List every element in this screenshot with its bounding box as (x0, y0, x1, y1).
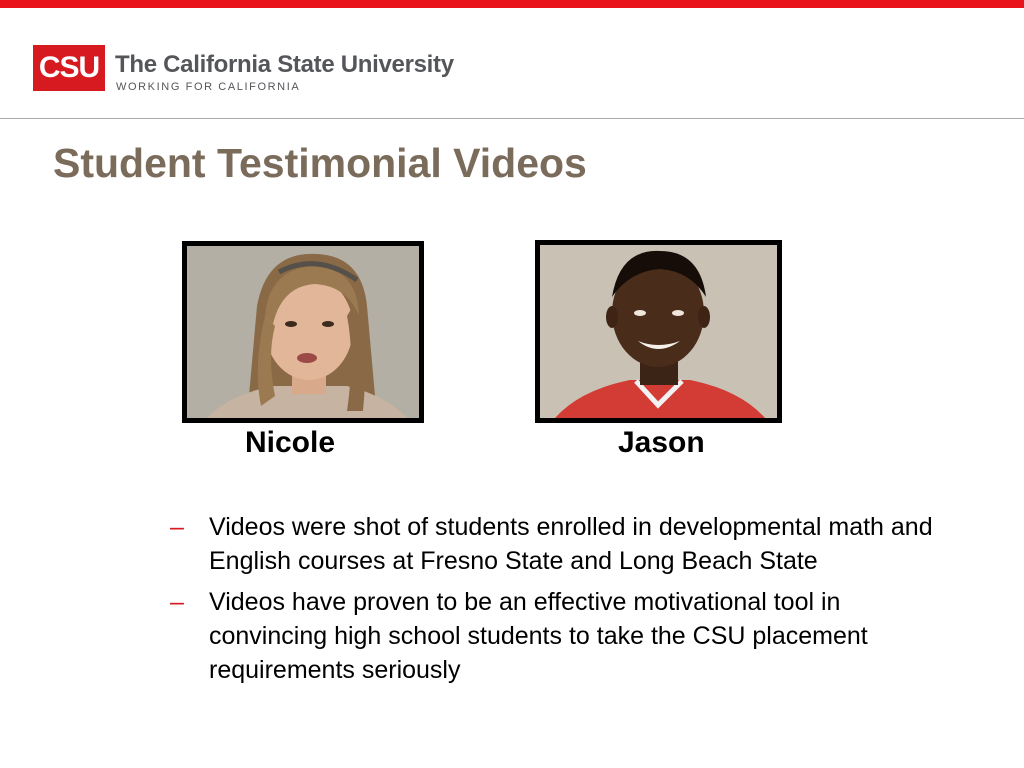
student-portrait-nicole (187, 246, 419, 418)
header-divider (0, 118, 1024, 119)
video-thumbnail-jason[interactable] (535, 240, 782, 423)
top-accent-bar (0, 0, 1024, 8)
slide-title: Student Testimonial Videos (53, 140, 587, 186)
bullet-marker: – (170, 588, 184, 616)
bullet-text: Videos were shot of students enrolled in… (209, 513, 933, 575)
bullet-text: Videos have proven to be an effective mo… (209, 588, 868, 684)
bullet-item: – Videos were shot of students enrolled … (170, 510, 950, 578)
bullet-item: – Videos have proven to be an effective … (170, 585, 950, 687)
video-caption-nicole: Nicole (245, 426, 336, 459)
logo-mark: CSU (33, 45, 105, 91)
bullet-marker: – (170, 513, 184, 541)
logo-name: The California State University (115, 51, 454, 78)
student-portrait-jason (540, 245, 777, 418)
bullet-list: – Videos were shot of students enrolled … (170, 510, 950, 694)
video-caption-jason: Jason (618, 426, 705, 459)
video-thumbnail-nicole[interactable] (182, 241, 424, 423)
logo-tagline: WORKING FOR CALIFORNIA (116, 81, 301, 93)
